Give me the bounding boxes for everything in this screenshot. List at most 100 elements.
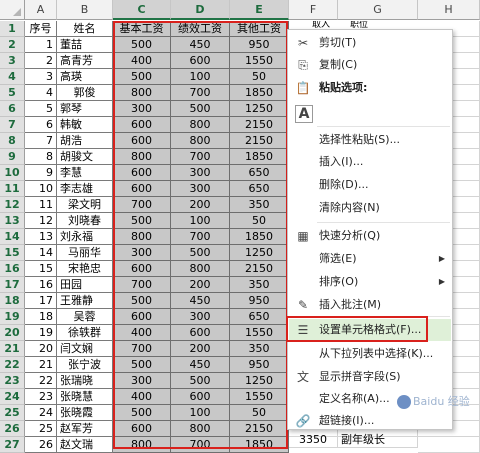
cell-seq[interactable]: 23 xyxy=(25,389,57,405)
row-header-18[interactable]: 18 xyxy=(0,293,25,309)
menu-item-copy[interactable]: ⎘ 复制(C) xyxy=(289,54,451,76)
cell-base-salary[interactable]: 600 xyxy=(113,117,171,133)
cell-other-salary[interactable]: 50 xyxy=(230,213,289,229)
row-header-4[interactable]: 4 xyxy=(0,69,25,85)
cell-name[interactable]: 梁文明 xyxy=(57,197,113,213)
cell-base-salary[interactable]: 500 xyxy=(113,69,171,85)
cell-other-salary[interactable]: 2150 xyxy=(230,421,289,437)
cell-seq[interactable]: 14 xyxy=(25,245,57,261)
cell-g1-partial[interactable]: 职位 xyxy=(350,21,390,29)
cell-other-salary[interactable]: 950 xyxy=(230,293,289,309)
cell-other-salary[interactable]: 1550 xyxy=(230,389,289,405)
row-header-2[interactable]: 2 xyxy=(0,37,25,53)
cell-base-salary[interactable]: 800 xyxy=(113,149,171,165)
cell-name[interactable]: 张瑞晓 xyxy=(57,373,113,389)
cell-seq[interactable]: 4 xyxy=(25,85,57,101)
cell-other-salary[interactable]: 350 xyxy=(230,277,289,293)
cell-performance-salary[interactable]: 800 xyxy=(171,261,230,277)
header-performance-salary[interactable]: 绩效工资 xyxy=(171,21,230,37)
cell-performance-salary[interactable]: 700 xyxy=(171,149,230,165)
menu-item-pick-list[interactable]: 从下拉列表中选择(K)... xyxy=(289,343,451,365)
cell-performance-salary[interactable]: 450 xyxy=(171,37,230,53)
row-header-20[interactable]: 20 xyxy=(0,325,25,341)
cell-f27[interactable]: 3350 xyxy=(289,432,338,448)
cell-f1-partial[interactable]: 取入 xyxy=(312,21,338,29)
cell-name[interactable]: 马丽华 xyxy=(57,245,113,261)
cell-other-salary[interactable]: 950 xyxy=(230,357,289,373)
cell-name[interactable]: 王雅静 xyxy=(57,293,113,309)
cell-seq[interactable]: 24 xyxy=(25,405,57,421)
cell-base-salary[interactable]: 600 xyxy=(113,181,171,197)
column-header-e[interactable]: E xyxy=(230,0,289,20)
cell-seq[interactable]: 16 xyxy=(25,277,57,293)
menu-item-delete[interactable]: 删除(D)... xyxy=(289,174,451,196)
row-header-16[interactable]: 16 xyxy=(0,261,25,277)
cell-base-salary[interactable]: 700 xyxy=(113,341,171,357)
cell-name[interactable]: 刘晓春 xyxy=(57,213,113,229)
header-name[interactable]: 姓名 xyxy=(57,21,113,37)
cell-other-salary[interactable]: 50 xyxy=(230,405,289,421)
cell-other-salary[interactable]: 2150 xyxy=(230,133,289,149)
cell-name[interactable]: 高青芳 xyxy=(57,53,113,69)
cell-other-salary[interactable]: 350 xyxy=(230,341,289,357)
cell-seq[interactable]: 15 xyxy=(25,261,57,277)
cell-name[interactable]: 胡骏文 xyxy=(57,149,113,165)
row-header-26[interactable]: 26 xyxy=(0,421,25,437)
cell-base-salary[interactable]: 700 xyxy=(113,197,171,213)
cell-other-salary[interactable]: 1250 xyxy=(230,101,289,117)
cell-other-salary[interactable]: 1250 xyxy=(230,373,289,389)
cell-base-salary[interactable]: 800 xyxy=(113,85,171,101)
cell-name[interactable]: 宋艳忠 xyxy=(57,261,113,277)
cell-other-salary[interactable]: 1550 xyxy=(230,325,289,341)
cell-seq[interactable]: 6 xyxy=(25,117,57,133)
cell-performance-salary[interactable]: 100 xyxy=(171,405,230,421)
cell-seq[interactable]: 8 xyxy=(25,149,57,165)
cell-name[interactable]: 李慧 xyxy=(57,165,113,181)
cell-performance-salary[interactable]: 500 xyxy=(171,101,230,117)
column-header-a[interactable]: A xyxy=(25,0,57,20)
row-header-15[interactable]: 15 xyxy=(0,245,25,261)
row-header-19[interactable]: 19 xyxy=(0,309,25,325)
cell-other-salary[interactable]: 1850 xyxy=(230,229,289,245)
cell-performance-salary[interactable]: 800 xyxy=(171,133,230,149)
cell-performance-salary[interactable]: 200 xyxy=(171,341,230,357)
cell-name[interactable]: 高瑛 xyxy=(57,69,113,85)
row-header-6[interactable]: 6 xyxy=(0,101,25,117)
cell-seq[interactable]: 22 xyxy=(25,373,57,389)
cell-seq[interactable]: 7 xyxy=(25,133,57,149)
cell-performance-salary[interactable]: 700 xyxy=(171,229,230,245)
cell-performance-salary[interactable]: 450 xyxy=(171,293,230,309)
cell-name[interactable]: 田园 xyxy=(57,277,113,293)
cell-name[interactable]: 徐轶群 xyxy=(57,325,113,341)
cell-base-salary[interactable]: 600 xyxy=(113,133,171,149)
cell-name[interactable]: 郭琴 xyxy=(57,101,113,117)
column-header-b[interactable]: B xyxy=(57,0,113,20)
column-header-d[interactable]: D xyxy=(171,0,230,20)
column-header-h[interactable]: H xyxy=(418,0,480,20)
cell-base-salary[interactable]: 500 xyxy=(113,213,171,229)
cell-performance-salary[interactable]: 200 xyxy=(171,197,230,213)
cell-base-salary[interactable]: 500 xyxy=(113,293,171,309)
row-header-3[interactable]: 3 xyxy=(0,53,25,69)
cell-name[interactable]: 闫文娴 xyxy=(57,341,113,357)
cell-seq[interactable]: 19 xyxy=(25,325,57,341)
menu-item-paste-a[interactable]: A xyxy=(289,101,451,127)
cell-name[interactable]: 李志雄 xyxy=(57,181,113,197)
cell-other-salary[interactable]: 2150 xyxy=(230,117,289,133)
menu-item-clear[interactable]: 清除内容(N) xyxy=(289,197,451,219)
row-header-9[interactable]: 9 xyxy=(0,149,25,165)
row-header-12[interactable]: 12 xyxy=(0,197,25,213)
cell-performance-salary[interactable]: 500 xyxy=(171,245,230,261)
cell-base-salary[interactable]: 500 xyxy=(113,405,171,421)
cell-other-salary[interactable]: 950 xyxy=(230,37,289,53)
cell-base-salary[interactable]: 500 xyxy=(113,37,171,53)
column-header-g[interactable]: G xyxy=(338,0,418,20)
menu-item-sort[interactable]: 排序(O) ▶ xyxy=(289,271,451,293)
column-header-f[interactable]: F xyxy=(289,0,338,20)
cell-seq[interactable]: 10 xyxy=(25,181,57,197)
cell-name[interactable]: 张晓慧 xyxy=(57,389,113,405)
cell-seq[interactable]: 3 xyxy=(25,69,57,85)
cell-seq[interactable]: 20 xyxy=(25,341,57,357)
row-header-11[interactable]: 11 xyxy=(0,181,25,197)
menu-item-quick-analysis[interactable]: ▦ 快速分析(Q) xyxy=(289,225,451,247)
